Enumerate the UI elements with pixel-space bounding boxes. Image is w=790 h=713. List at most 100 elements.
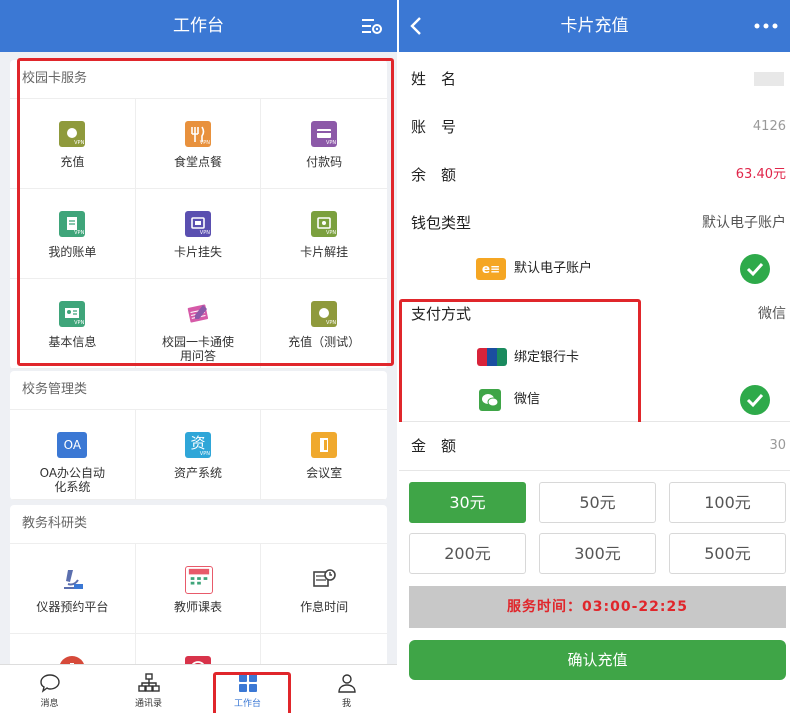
more-dots-icon[interactable] xyxy=(754,22,778,30)
amount-row: 金 额 30 xyxy=(399,422,790,471)
section-title: 校园卡服务 xyxy=(10,60,387,99)
confirm-recharge-button[interactable]: 确认充值 xyxy=(409,640,786,680)
pay-method-label: 支付方式 xyxy=(411,305,472,323)
wallet-icon: VPN xyxy=(311,301,338,327)
name-row: 姓 名 xyxy=(399,55,790,104)
meeting-room-icon xyxy=(311,432,338,458)
grid-item-schedule[interactable]: 作息时间 xyxy=(261,544,387,634)
calendar-icon xyxy=(184,566,213,594)
grid-item-label: 付款码 xyxy=(306,155,343,169)
grid-item-recharge-test[interactable]: VPN 充值（测试） xyxy=(261,279,387,369)
name-value-masked xyxy=(754,72,784,86)
tab-workbench[interactable]: 工作台 xyxy=(198,665,297,713)
profile-icon: VPN xyxy=(59,301,86,327)
tab-me[interactable]: 我 xyxy=(297,665,396,713)
grid-item-my-bill[interactable]: VPN 我的账单 xyxy=(10,189,136,279)
grid-item-finance[interactable] xyxy=(136,634,262,667)
wechat-icon xyxy=(479,389,501,411)
e-wallet-icon: e≡ xyxy=(476,258,506,280)
grid-item-oa-system[interactable]: OA OA办公自动化系统 xyxy=(10,410,136,500)
card-icon: VPN xyxy=(311,121,338,147)
microscope-icon xyxy=(59,566,85,592)
account-row: 账 号 4126 xyxy=(399,103,790,152)
grid-item-label: 卡片挂失 xyxy=(173,245,222,259)
grid-item-recharge[interactable]: VPN 充值 xyxy=(10,99,136,189)
account-label: 账 号 xyxy=(411,118,457,136)
tab-messages[interactable]: 消息 xyxy=(0,665,99,713)
section-title: 教务科研类 xyxy=(10,505,387,544)
grid-item-label: 卡片解挂 xyxy=(300,245,349,259)
card-unlock-icon: VPN xyxy=(311,211,338,237)
amount-option-100[interactable]: 100元 xyxy=(669,482,786,523)
grid-item-canteen-order[interactable]: VPN 食堂点餐 xyxy=(135,99,262,189)
grid-item-card-unlock[interactable]: VPN 卡片解挂 xyxy=(261,189,387,279)
grid-item-label: 基本信息 xyxy=(48,335,97,349)
tab-label: 消息 xyxy=(40,699,59,709)
name-label: 姓 名 xyxy=(411,70,457,88)
grid-item-card-lost[interactable]: VPN 卡片挂失 xyxy=(135,189,262,279)
grid-item-empty xyxy=(261,634,387,667)
amount-options: 30元 50元 100元 200元 300元 500元 xyxy=(409,482,786,582)
balance-value: 63.40元 xyxy=(735,167,786,182)
tab-label: 我 xyxy=(341,699,351,709)
pay-method-row: 支付方式 微信 xyxy=(399,291,790,338)
grid-item-label: 食堂点餐 xyxy=(173,155,222,169)
org-chart-icon xyxy=(137,673,160,692)
grid-item-card-faq[interactable]: 校园一卡通使用问答 xyxy=(135,279,262,369)
workbench-screen: 工作台 校园卡服务 VPN 充值 VPN 食堂点餐 VPN 付款码 VPN 我的… xyxy=(0,0,397,713)
section-title: 校务管理类 xyxy=(10,371,387,410)
bottom-tab-bar: 消息 通讯录 工作台 我 xyxy=(0,664,397,713)
oa-icon: OA xyxy=(57,432,88,458)
amount-value: 30 xyxy=(769,438,786,453)
grid-item-label: 会议室 xyxy=(306,466,343,480)
wallet-type-row: 钱包类型 默认电子账户 xyxy=(399,199,790,248)
recharge-header: 卡片充值 xyxy=(399,0,790,52)
balance-row: 余 额 63.40元 xyxy=(399,151,790,200)
grid-item-asset-system[interactable]: 资 VPN 资产系统 xyxy=(135,410,262,500)
grid-item-label: 充值（测试） xyxy=(288,335,361,349)
grid-item-label: 教师课表 xyxy=(173,600,222,614)
amount-option-50[interactable]: 50元 xyxy=(539,482,656,523)
grid-item-label: 我的账单 xyxy=(48,245,97,259)
school-management-section: 校务管理类 OA OA办公自动化系统 资 VPN 资产系统 会议室 xyxy=(10,371,387,500)
grid-item-meeting-room[interactable]: 会议室 xyxy=(261,410,387,500)
card-lost-icon: VPN xyxy=(184,211,211,237)
academic-research-section: 教务科研类 仪器预约平台 教师课表 作息时间 xyxy=(10,505,387,667)
tab-contacts[interactable]: 通讯录 xyxy=(99,665,198,713)
grid-item-hospital[interactable] xyxy=(10,634,136,667)
grid-item-instrument-booking[interactable]: 仪器预约平台 xyxy=(10,544,136,634)
list-settings-icon[interactable] xyxy=(361,17,383,35)
check-icon xyxy=(740,254,770,284)
page-title: 卡片充值 xyxy=(560,16,629,36)
wechat-label: 微信 xyxy=(514,392,541,407)
chat-bubble-icon xyxy=(39,674,60,693)
unionpay-card-icon xyxy=(477,348,507,366)
balance-label: 余 额 xyxy=(411,166,457,184)
amount-label: 金 额 xyxy=(411,437,457,455)
amount-option-200[interactable]: 200元 xyxy=(409,533,526,574)
amount-option-30[interactable]: 30元 xyxy=(409,482,526,523)
tab-label: 工作台 xyxy=(233,699,261,709)
pay-option-bank-card[interactable]: 绑定银行卡 xyxy=(399,337,790,380)
notebook-icon xyxy=(185,301,211,327)
wallet-type-value: 默认电子账户 xyxy=(702,215,786,231)
grid-item-basic-info[interactable]: VPN 基本信息 xyxy=(10,279,136,369)
grid-item-label: 资产系统 xyxy=(173,466,222,480)
workbench-header: 工作台 xyxy=(0,0,397,52)
wallet-option-label: 默认电子账户 xyxy=(514,261,593,276)
grid-item-label: 校园一卡通使用问答 xyxy=(161,335,234,363)
grid-item-label: 充值 xyxy=(60,155,85,169)
grid-item-teacher-timetable[interactable]: 教师课表 xyxy=(135,544,262,634)
bank-card-label: 绑定银行卡 xyxy=(514,350,580,365)
grid-item-label: OA办公自动化系统 xyxy=(39,466,106,494)
amount-option-300[interactable]: 300元 xyxy=(539,533,656,574)
grid-item-payment-code[interactable]: VPN 付款码 xyxy=(261,99,387,189)
account-value: 4126 xyxy=(752,119,786,134)
pay-option-wechat[interactable]: 微信 xyxy=(399,379,790,422)
bill-icon: VPN xyxy=(59,211,86,237)
asset-icon: 资 VPN xyxy=(184,432,211,458)
amount-option-500[interactable]: 500元 xyxy=(669,533,786,574)
page-title: 工作台 xyxy=(173,16,224,36)
wallet-option-default[interactable]: e≡ 默认电子账户 xyxy=(399,247,790,292)
campus-card-services-section: 校园卡服务 VPN 充值 VPN 食堂点餐 VPN 付款码 VPN 我的账单 V… xyxy=(10,60,387,369)
